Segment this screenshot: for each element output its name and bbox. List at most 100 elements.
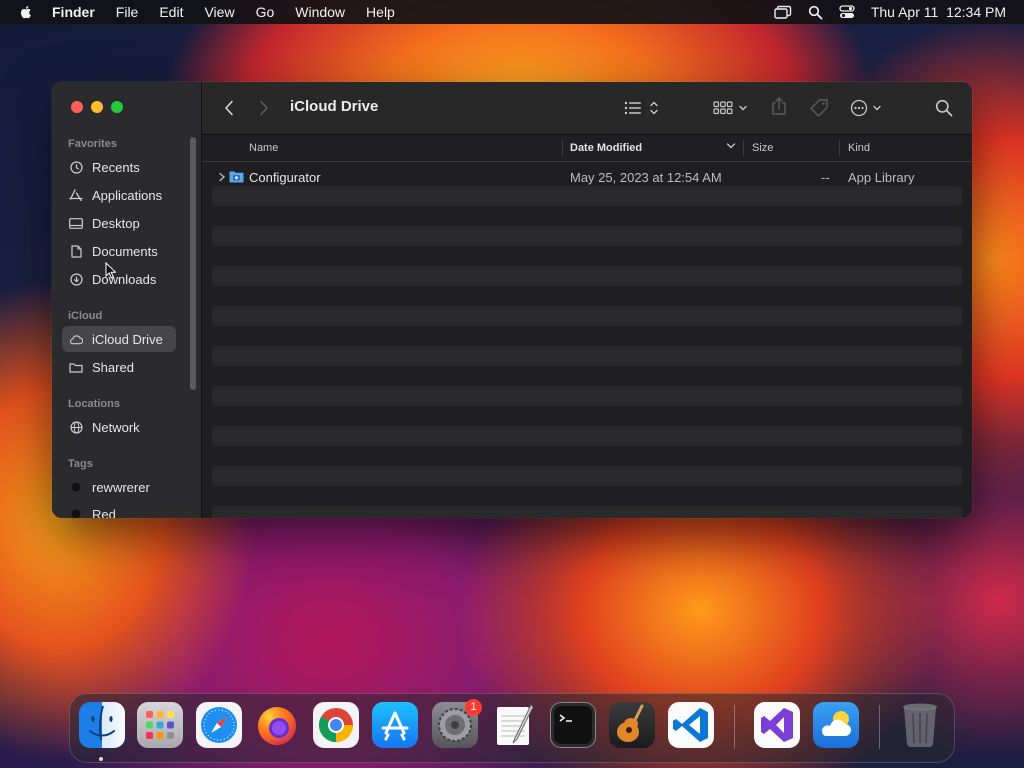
dock-safari[interactable] [196,702,242,748]
guitar-icon [617,704,644,742]
sidebar: Favorites Recents Applications Desktop D… [52,82,202,518]
sidebar-heading-locations: Locations [68,398,120,410]
menu-file[interactable]: File [116,4,139,20]
dock-visual-studio[interactable] [754,702,800,748]
file-date-modified: May 25, 2023 at 12:54 AM [570,170,722,185]
sidebar-item-downloads[interactable]: Downloads [62,266,176,292]
disclosure-triangle-icon[interactable] [218,170,226,185]
applications-icon [69,188,83,202]
firefox-icon [258,707,296,745]
dock-launchpad[interactable] [137,702,183,748]
file-list-striping [212,166,962,518]
file-size: -- [821,170,830,185]
share-icon[interactable] [771,96,787,116]
sidebar-item-label: rewwrerer [92,479,150,495]
menu-edit[interactable]: Edit [159,4,183,20]
search-icon[interactable] [935,99,953,117]
safari-icon [201,707,237,743]
dock-trash[interactable] [897,701,943,749]
finder-icon [89,705,115,741]
control-center-icon[interactable] [839,5,855,19]
tag-dot-icon [69,480,83,494]
dock-weather[interactable] [813,702,859,748]
column-divider[interactable] [562,140,563,156]
apple-icon[interactable] [18,4,34,20]
sidebar-item-shared[interactable]: Shared [62,354,176,380]
forward-button[interactable] [259,100,269,116]
download-icon [69,272,83,286]
sidebar-item-tag-red[interactable]: Red [62,501,176,518]
app-library-folder-icon [229,169,244,186]
sidebar-item-recents[interactable]: Recents [62,154,176,180]
dock-firefox[interactable] [254,702,300,748]
sidebar-heading-favorites: Favorites [68,138,117,150]
table-row[interactable]: Configurator May 25, 2023 at 12:54 AM --… [202,166,972,188]
finder-window: Favorites Recents Applications Desktop D… [52,82,972,518]
window-controls [71,101,123,113]
textedit-icon [497,704,534,745]
menu-view[interactable]: View [204,4,234,20]
sidebar-item-desktop[interactable]: Desktop [62,210,176,236]
list-view-button[interactable] [624,100,660,116]
sidebar-item-label: Recents [92,159,140,175]
file-browser: iCloud Drive Name Date Modified Size Kin… [202,82,972,518]
column-kind[interactable]: Kind [848,142,870,154]
dock: 1 [69,693,955,763]
minimize-button[interactable] [91,101,103,113]
sidebar-item-label: Applications [92,187,163,203]
menu-app-finder[interactable]: Finder [52,4,95,20]
dock-divider [734,705,735,749]
toolbar: iCloud Drive [202,82,972,135]
column-name[interactable]: Name [249,142,278,154]
column-divider[interactable] [743,140,744,156]
terminal-icon [554,706,592,744]
shared-folder-icon [69,360,83,374]
dock-app-store[interactable] [372,702,418,748]
dock-garageband[interactable] [609,702,655,748]
dock-finder[interactable] [79,702,125,748]
spotlight-search-icon[interactable] [808,5,823,20]
sort-chevron-icon[interactable] [726,141,736,153]
screen-mirroring-icon[interactable] [774,5,792,19]
group-button[interactable] [713,100,749,116]
close-button[interactable] [71,101,83,113]
sidebar-item-network[interactable]: Network [62,414,176,440]
clock-icon [69,160,83,174]
zoom-button[interactable] [111,101,123,113]
vscode-icon [673,708,708,742]
chrome-icon [319,708,353,742]
document-icon [69,244,83,258]
sidebar-item-tag-rewwrerer[interactable]: rewwrerer [62,474,176,500]
menu-window[interactable]: Window [295,4,345,20]
sidebar-item-documents[interactable]: Documents [62,238,176,264]
column-header: Name Date Modified Size Kind [202,135,972,162]
desktop-icon [69,216,83,230]
app-store-icon [381,711,409,741]
dock-terminal[interactable] [550,702,596,748]
menubar-clock[interactable]: Thu Apr 11 12:34 PM [871,4,1006,20]
tag-dot-icon [69,507,83,518]
weather-icon [821,711,851,736]
back-button[interactable] [224,100,234,116]
globe-icon [69,420,83,434]
sidebar-item-label: Desktop [92,215,140,231]
dock-textedit[interactable] [491,702,537,748]
dock-vscode[interactable] [668,702,714,748]
column-divider[interactable] [839,140,840,156]
dock-chrome[interactable] [313,702,359,748]
dock-divider [879,705,880,749]
launchpad-icon [146,711,174,739]
sidebar-item-label: Shared [92,359,134,375]
menu-go[interactable]: Go [256,4,275,20]
menu-help[interactable]: Help [366,4,395,20]
sidebar-scrollbar[interactable] [190,137,196,390]
sidebar-item-icloud-drive[interactable]: iCloud Drive [62,326,176,352]
tag-icon[interactable] [809,98,829,118]
column-date-modified[interactable]: Date Modified [570,142,642,154]
notification-badge: 1 [465,699,482,716]
more-actions-button[interactable] [850,99,886,117]
sidebar-item-label: Red [92,506,116,519]
column-size[interactable]: Size [752,142,773,154]
file-kind: App Library [848,170,915,185]
sidebar-item-applications[interactable]: Applications [62,182,176,208]
